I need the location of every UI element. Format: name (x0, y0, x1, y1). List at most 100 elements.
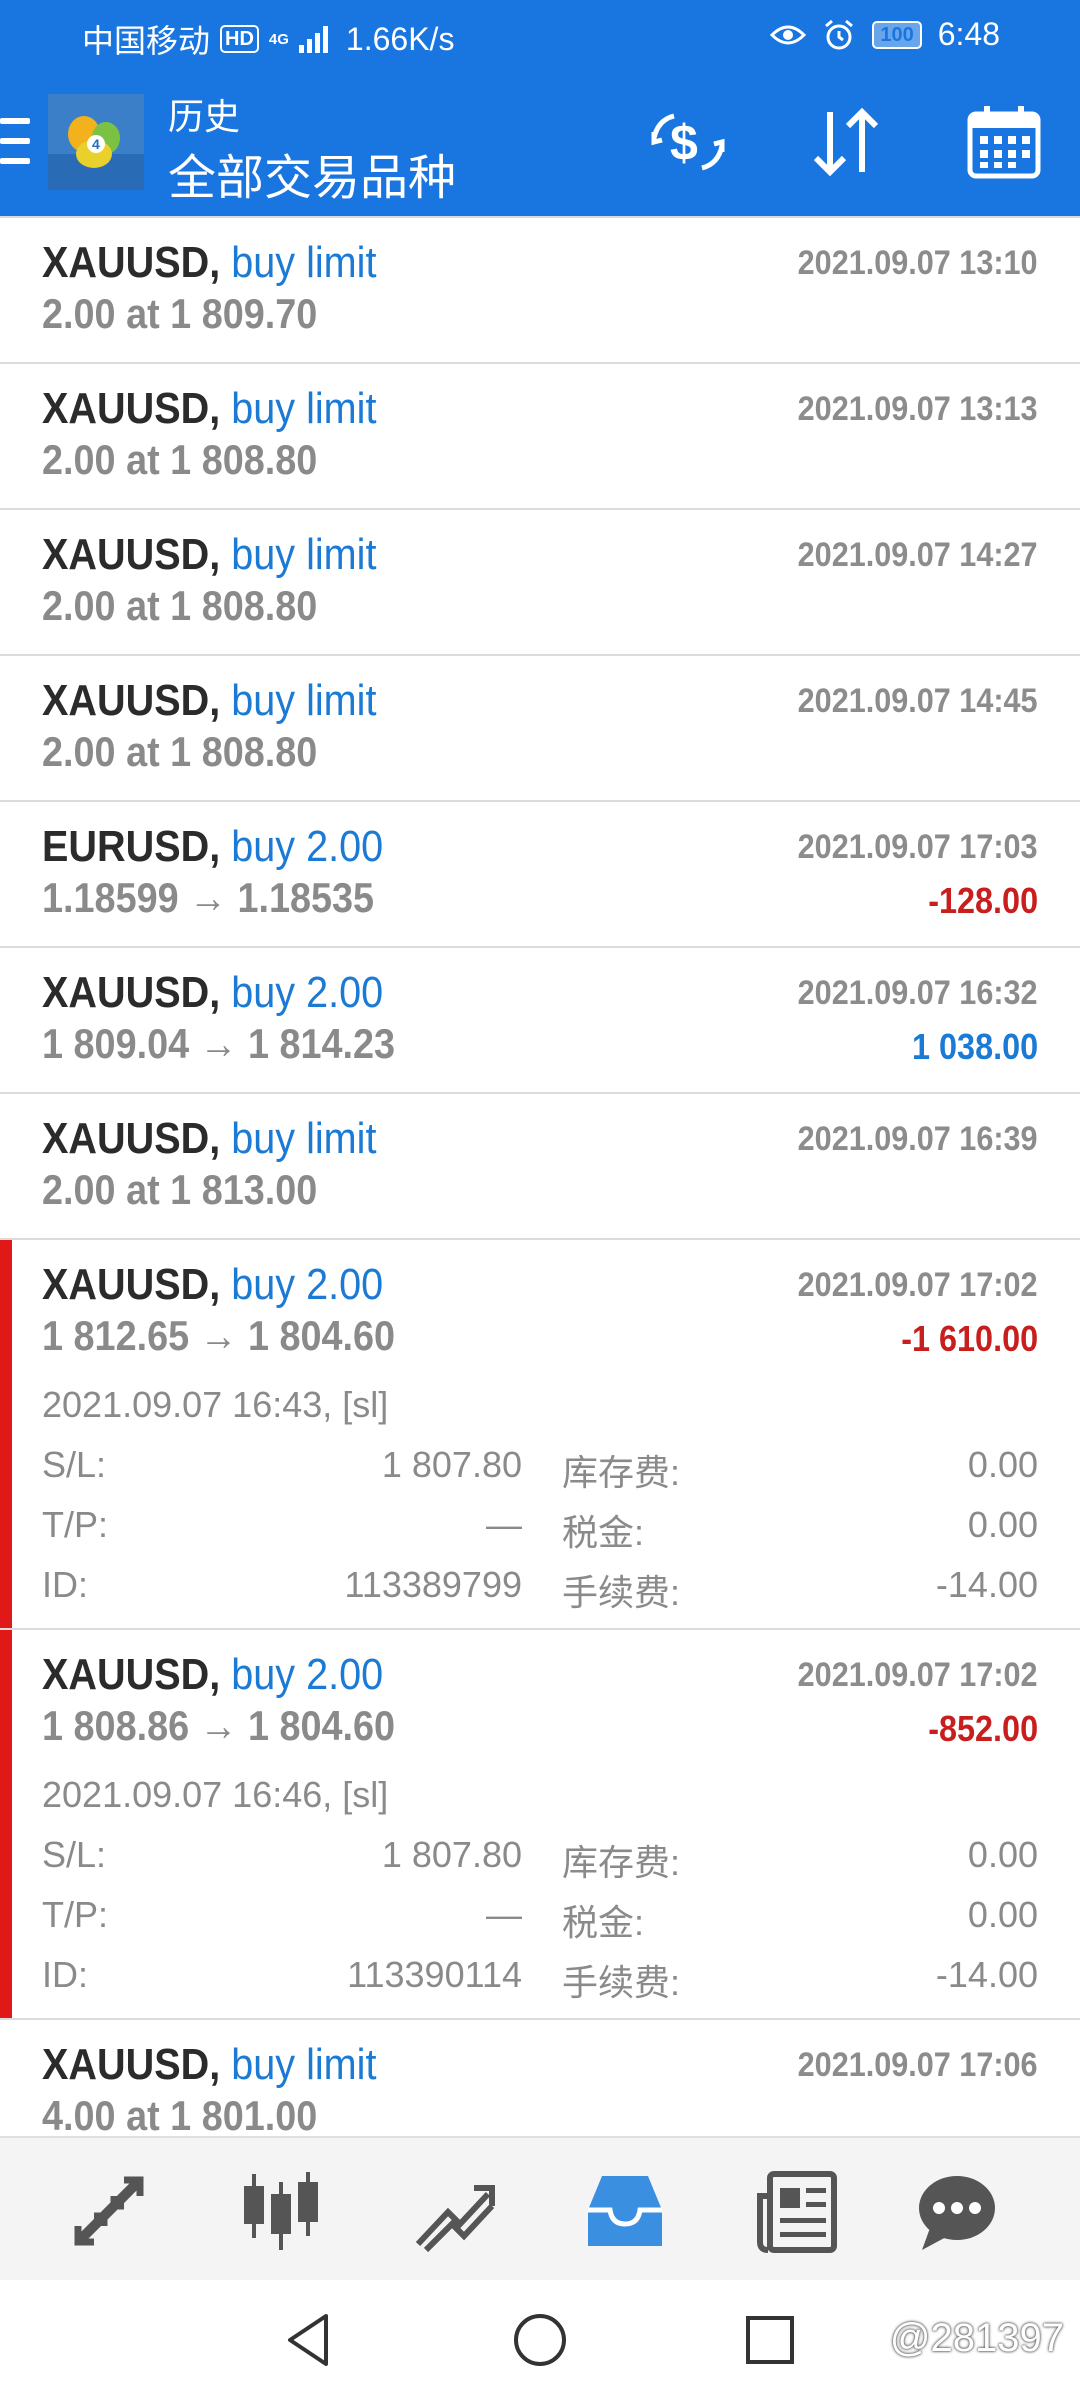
trade-detail: 2.00 at 1 808.80 (42, 728, 318, 775)
trade-detail: 1.18599 → 1.18535 (42, 874, 375, 921)
trade-time: 2021.09.07 17:02 (798, 1266, 1038, 1304)
currency-exchange-icon[interactable]: $ (648, 102, 728, 182)
commission-label: 手续费: (562, 1962, 681, 2003)
trade-row[interactable]: XAUUSD, buy limit 2.00 at 1 809.70 2021.… (0, 218, 1080, 364)
bottom-navigation (0, 2136, 1080, 2282)
carrier-label: 中国移动 (82, 23, 211, 59)
id-label: ID: (42, 1564, 89, 1605)
alarm-icon (825, 19, 854, 49)
trade-row-expanded[interactable]: XAUUSD, buy 2.00 1 808.86 → 1 804.60 202… (0, 1630, 1080, 2020)
sl-value: 1 807.80 (381, 1444, 522, 1485)
news-icon[interactable] (752, 2166, 842, 2256)
trade-type: buy limit (231, 2040, 377, 2089)
quotes-icon[interactable] (64, 2166, 154, 2256)
trade-time: 2021.09.07 17:06 (798, 2046, 1038, 2084)
trade-row[interactable]: XAUUSD, buy limit 2.00 at 1 813.00 2021.… (0, 1094, 1080, 1240)
trade-symbol: XAUUSD, (42, 1650, 221, 1699)
trade-symbol: EURUSD, (42, 822, 221, 871)
tp-value: — (486, 1504, 522, 1545)
trade-symbol: XAUUSD, (42, 530, 221, 579)
trade-detail: 2.00 at 1 808.80 (42, 582, 318, 629)
trade-detail: 2.00 at 1 809.70 (42, 290, 318, 337)
trade-type: buy limit (231, 676, 377, 725)
trade-icon[interactable] (408, 2166, 498, 2256)
trade-open-time: 2021.09.07 16:46, [sl] (42, 1774, 389, 1815)
metatrader-logo: 4 (48, 94, 144, 190)
trade-symbol: XAUUSD, (42, 676, 221, 725)
battery-icon: 100 (872, 20, 922, 49)
trade-detail: 2.00 at 1 813.00 (42, 1166, 318, 1213)
swap-value: 0.00 (967, 1444, 1038, 1485)
trade-profit: 1 038.00 (911, 1026, 1038, 1067)
trade-row[interactable]: XAUUSD, buy limit 2.00 at 1 808.80 2021.… (0, 656, 1080, 802)
trade-details-grid: S/L: 1 807.80 库存费: 0.00 T/P: — 税金: 0.00 … (42, 1444, 1038, 1624)
swap-label: 库存费: (562, 1452, 681, 1493)
page-subtitle: 历史 (168, 96, 241, 137)
trade-detail: 4.00 at 1 801.00 (42, 2092, 318, 2138)
tax-value: 0.00 (967, 1504, 1038, 1545)
trade-detail: 1 812.65 → 1 804.60 (42, 1312, 396, 1359)
status-right: 100 6:48 (770, 16, 1000, 53)
sort-icon[interactable] (806, 102, 886, 182)
trade-history-list[interactable]: XAUUSD, buy limit 2.00 at 1 809.70 2021.… (0, 216, 1080, 2138)
trade-row[interactable]: EURUSD, buy 2.00 1.18599 → 1.18535 2021.… (0, 802, 1080, 948)
trade-profit: -852.00 (928, 1708, 1038, 1749)
trade-time: 2021.09.07 17:02 (798, 1656, 1038, 1694)
commission-value: -14.00 (935, 1564, 1038, 1605)
trade-symbol: XAUUSD, (42, 238, 221, 287)
trade-type: buy 2.00 (231, 1650, 384, 1699)
trade-row[interactable]: XAUUSD, buy limit 4.00 at 1 801.00 2021.… (0, 2020, 1080, 2138)
trade-profit: -128.00 (928, 880, 1038, 921)
trade-detail: 2.00 at 1 808.80 (42, 436, 318, 483)
trade-symbol: XAUUSD, (42, 1260, 221, 1309)
menu-icon[interactable] (0, 118, 30, 168)
trade-type: buy limit (231, 530, 377, 579)
tax-label: 税金: (562, 1902, 645, 1943)
page-title[interactable]: 全部交易品种 (168, 138, 456, 208)
watermark: @281397 (889, 2316, 1064, 2360)
commission-value: -14.00 (935, 1954, 1038, 1995)
network-type: 4G (268, 30, 289, 48)
clock: 6:48 (937, 16, 1000, 52)
calendar-icon[interactable] (964, 102, 1044, 182)
trade-profit: -1 610.00 (901, 1318, 1038, 1359)
app-screen: 中国移动 HD 4G 1.66K/s 100 6:48 4 历史 全部交易品种 … (0, 0, 1080, 2400)
commission-label: 手续费: (562, 1572, 681, 1613)
trade-row[interactable]: XAUUSD, buy 2.00 1 809.04 → 1 814.23 202… (0, 948, 1080, 1094)
sl-label: S/L: (42, 1834, 107, 1875)
trade-type: buy 2.00 (231, 822, 384, 871)
trade-time: 2021.09.07 13:10 (798, 244, 1038, 282)
app-bar: 4 历史 全部交易品种 $ (0, 72, 1080, 216)
sl-label: S/L: (42, 1444, 107, 1485)
trade-time: 2021.09.07 16:39 (798, 1120, 1038, 1158)
history-icon[interactable] (580, 2166, 670, 2256)
chart-icon[interactable] (236, 2166, 326, 2256)
recents-icon[interactable] (740, 2310, 800, 2370)
trade-row[interactable]: XAUUSD, buy limit 2.00 at 1 808.80 2021.… (0, 364, 1080, 510)
signal-icon (298, 25, 328, 53)
trade-symbol: XAUUSD, (42, 1114, 221, 1163)
system-navigation-bar: @281397 (0, 2280, 1080, 2400)
trade-type: buy limit (231, 1114, 377, 1163)
trade-type: buy limit (231, 384, 377, 433)
home-icon[interactable] (510, 2310, 570, 2370)
id-label: ID: (42, 1954, 89, 1995)
trade-symbol: XAUUSD, (42, 384, 221, 433)
trade-row-expanded[interactable]: XAUUSD, buy 2.00 1 812.65 → 1 804.60 202… (0, 1240, 1080, 1630)
trade-detail: 1 808.86 → 1 804.60 (42, 1702, 396, 1749)
chat-icon[interactable] (912, 2166, 1002, 2256)
trade-type: buy 2.00 (231, 1260, 384, 1309)
trade-detail: 1 809.04 → 1 814.23 (42, 1020, 396, 1067)
trade-symbol: XAUUSD, (42, 2040, 221, 2089)
tp-value: — (486, 1894, 522, 1935)
trade-open-time: 2021.09.07 16:43, [sl] (42, 1384, 389, 1425)
eye-icon (770, 25, 807, 44)
tax-value: 0.00 (967, 1894, 1038, 1935)
tax-label: 税金: (562, 1512, 645, 1553)
trade-row[interactable]: XAUUSD, buy limit 2.00 at 1 808.80 2021.… (0, 510, 1080, 656)
trade-time: 2021.09.07 17:03 (798, 828, 1038, 866)
tp-label: T/P: (42, 1894, 109, 1935)
back-icon[interactable] (280, 2310, 340, 2370)
tp-label: T/P: (42, 1504, 109, 1545)
swap-label: 库存费: (562, 1842, 681, 1883)
